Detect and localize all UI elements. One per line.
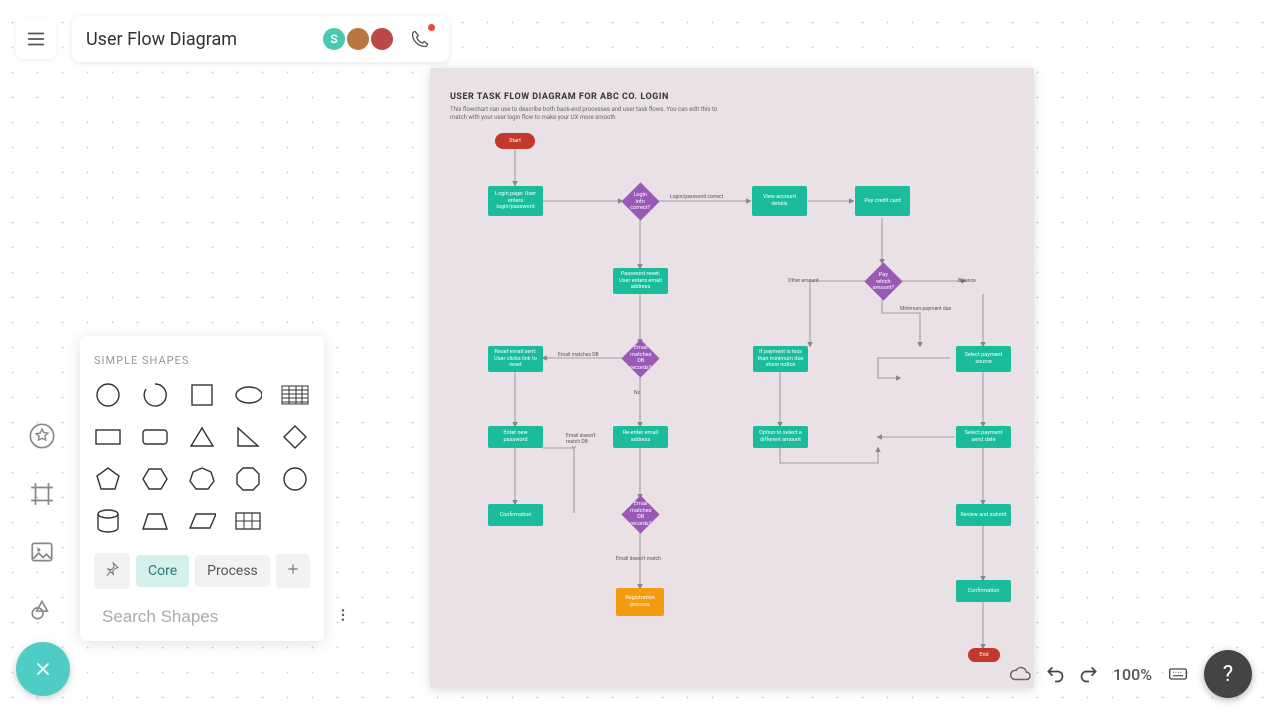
shape-circle[interactable]: [94, 381, 122, 409]
title-bar: User Flow Diagram S: [72, 16, 449, 62]
cloud-icon: [1009, 663, 1031, 685]
left-toolbar: [22, 416, 62, 630]
node-end[interactable]: End: [968, 648, 1000, 662]
label-other-amount: Other amount: [788, 278, 819, 284]
node-enter-pwd[interactable]: Enter new password: [488, 426, 543, 448]
image-icon: [29, 539, 55, 565]
more-vertical-icon: [335, 607, 351, 623]
node-reg-process[interactable]: Registration process: [616, 588, 664, 616]
shape-table-dense[interactable]: [281, 381, 309, 409]
more-shapes-tool[interactable]: [22, 590, 62, 630]
zoom-level[interactable]: 100%: [1113, 665, 1152, 684]
shape-heptagon[interactable]: [188, 465, 216, 493]
shape-parallelogram[interactable]: [188, 507, 216, 535]
shape-arc[interactable]: [141, 381, 169, 409]
node-login-page[interactable]: Login page: User enters login/password: [488, 186, 543, 216]
search-shapes-row: [94, 603, 310, 631]
hamburger-icon: [25, 28, 47, 50]
notification-dot: [428, 24, 435, 31]
close-icon: [33, 659, 53, 679]
shape-ellipse[interactable]: [234, 381, 262, 409]
shapes-more-button[interactable]: [331, 603, 355, 631]
top-bar: User Flow Diagram S: [16, 16, 449, 62]
add-tab[interactable]: [276, 554, 310, 588]
document-title[interactable]: User Flow Diagram: [86, 29, 237, 50]
phone-icon: [410, 29, 430, 49]
node-confirmation1[interactable]: Confirmation: [488, 504, 543, 526]
node-reenter-email[interactable]: Re-enter email address: [613, 426, 668, 448]
shapes-panel: SIMPLE SHAPES Core Process: [80, 336, 324, 641]
node-option-diff[interactable]: Option to select a different amount: [753, 426, 808, 448]
frame-tool[interactable]: [22, 474, 62, 514]
tab-process[interactable]: Process: [195, 555, 270, 587]
collaborators: S: [327, 24, 435, 54]
pin-icon: [104, 561, 120, 577]
node-reset-email[interactable]: Reset email sent: User clicks link to re…: [488, 346, 543, 372]
shapes-icon: [29, 597, 55, 623]
keyboard-icon: [1166, 664, 1190, 684]
close-panel-button[interactable]: [16, 642, 70, 696]
shape-triangle[interactable]: [188, 423, 216, 451]
menu-button[interactable]: [16, 19, 56, 59]
label-balance: Balance: [958, 278, 976, 284]
shape-rectangle[interactable]: [94, 423, 122, 451]
node-review[interactable]: Review and submit: [956, 504, 1011, 526]
avatar[interactable]: [345, 26, 371, 52]
shape-square[interactable]: [188, 381, 216, 409]
shapes-tool[interactable]: [22, 416, 62, 456]
node-pwd-reset[interactable]: Password reset: User enters email addres…: [613, 268, 668, 294]
node-select-src[interactable]: Select payment source: [956, 346, 1011, 372]
keyboard-button[interactable]: [1166, 664, 1190, 684]
label-no: No: [634, 390, 640, 396]
node-pay-card[interactable]: Pay credit card: [855, 186, 910, 216]
search-shapes-input[interactable]: [102, 607, 323, 627]
shape-rounded-rect[interactable]: [141, 423, 169, 451]
shape-tabs: Core Process: [94, 553, 310, 589]
avatar[interactable]: [369, 26, 395, 52]
label-no-match-db: Email doesn't match DB: [566, 433, 596, 445]
tab-core[interactable]: Core: [136, 555, 189, 587]
label-login-correct: Login/password correct: [670, 194, 723, 200]
shape-cylinder[interactable]: [94, 507, 122, 535]
node-if-min[interactable]: If payment is less than minimum due show…: [753, 346, 808, 372]
redo-button[interactable]: [1079, 664, 1099, 684]
label-no-match2: Email doesn't match: [616, 556, 661, 562]
shape-pentagon[interactable]: [94, 465, 122, 493]
question-icon: ?: [1223, 662, 1233, 687]
cloud-sync-button[interactable]: [1009, 663, 1031, 685]
shape-trapezoid[interactable]: [141, 507, 169, 535]
shape-table[interactable]: [234, 507, 262, 535]
avatar[interactable]: S: [321, 26, 347, 52]
image-tool[interactable]: [22, 532, 62, 572]
shape-hexagon[interactable]: [141, 465, 169, 493]
node-view-account[interactable]: View account details: [752, 186, 807, 216]
connectors: [430, 68, 1034, 688]
shape-decagon[interactable]: [281, 465, 309, 493]
node-select-date[interactable]: Select payment send date: [956, 426, 1011, 448]
star-circle-icon: [28, 422, 56, 450]
pin-tab[interactable]: [94, 553, 130, 589]
shapes-panel-title: SIMPLE SHAPES: [94, 354, 310, 367]
redo-icon: [1079, 664, 1099, 684]
label-min-pay: Minimum payment due: [900, 306, 951, 312]
frame-icon: [29, 481, 55, 507]
label-email-matches: Email matches DB: [558, 352, 599, 358]
shape-diamond[interactable]: [281, 423, 309, 451]
undo-icon: [1045, 664, 1065, 684]
node-start[interactable]: Start: [495, 133, 535, 149]
plus-icon: [286, 562, 300, 576]
bottom-controls: 100% ?: [1009, 650, 1252, 698]
diagram-page[interactable]: USER TASK FLOW DIAGRAM FOR ABC CO. LOGIN…: [430, 68, 1034, 688]
node-confirmation2[interactable]: Confirmation: [956, 580, 1011, 602]
shape-right-triangle[interactable]: [234, 423, 262, 451]
shape-octagon[interactable]: [234, 465, 262, 493]
call-button[interactable]: [405, 24, 435, 54]
shapes-grid: [94, 381, 310, 535]
help-button[interactable]: ?: [1204, 650, 1252, 698]
undo-button[interactable]: [1045, 664, 1065, 684]
